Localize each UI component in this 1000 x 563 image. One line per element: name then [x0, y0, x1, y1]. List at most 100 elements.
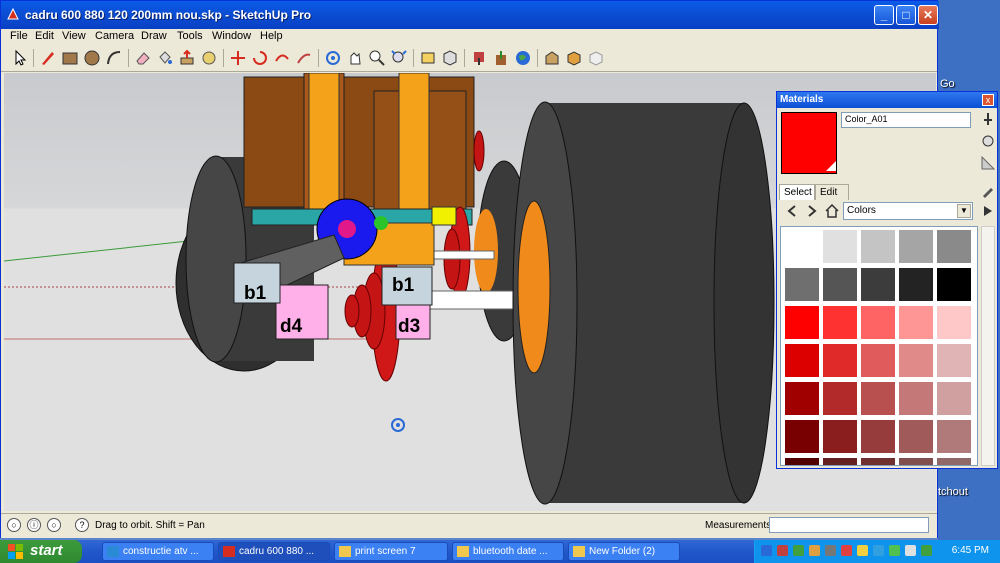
menu-draw[interactable]: Draw: [141, 30, 167, 42]
tray-network-icon[interactable]: [761, 545, 772, 556]
tray-bluetooth-icon[interactable]: [873, 545, 884, 556]
color-swatch[interactable]: [937, 420, 971, 453]
home-icon[interactable]: [825, 204, 839, 218]
color-swatch[interactable]: [823, 230, 857, 263]
push-pull-tool-icon[interactable]: [178, 49, 196, 67]
forward-arrow-icon[interactable]: [805, 204, 819, 218]
color-swatch[interactable]: [937, 458, 971, 465]
color-swatch[interactable]: [937, 230, 971, 263]
zoom-extents-tool-icon[interactable]: [390, 49, 408, 67]
color-swatch[interactable]: [899, 268, 933, 301]
color-swatch[interactable]: [937, 382, 971, 415]
tab-edit[interactable]: Edit: [815, 184, 849, 200]
select-tool-icon[interactable]: [11, 49, 29, 67]
google-earth-tool-icon[interactable]: [514, 49, 532, 67]
instructor-help-icon[interactable]: ?: [75, 518, 89, 532]
offset-tool-icon[interactable]: [273, 49, 291, 67]
eraser-tool-icon[interactable]: [134, 49, 152, 67]
library-dropdown[interactable]: Colors ▼: [843, 202, 973, 220]
color-swatch[interactable]: [785, 306, 819, 339]
tray-power-icon[interactable]: [921, 545, 932, 556]
minimize-button[interactable]: _: [874, 5, 894, 25]
title-bar[interactable]: cadru 600 880 120 200mm nou.skp - Sketch…: [1, 1, 939, 29]
tray-messenger-icon[interactable]: [857, 545, 868, 556]
color-swatch[interactable]: [785, 420, 819, 453]
color-swatch[interactable]: [823, 420, 857, 453]
details-arrow-icon[interactable]: [981, 204, 995, 218]
circle-tool-icon[interactable]: [83, 49, 101, 67]
color-swatch[interactable]: [937, 268, 971, 301]
credits-icon[interactable]: ⓘ: [27, 518, 41, 532]
section-plane-tool-icon[interactable]: [419, 49, 437, 67]
move-tool-icon[interactable]: [229, 49, 247, 67]
display-secondary-icon[interactable]: [981, 134, 995, 148]
color-swatch[interactable]: [937, 306, 971, 339]
tab-select[interactable]: Select: [779, 184, 815, 200]
color-swatch[interactable]: [899, 420, 933, 453]
color-swatch[interactable]: [899, 306, 933, 339]
color-swatch[interactable]: [861, 382, 895, 415]
taskbar-button[interactable]: constructie atv ...: [102, 542, 214, 561]
color-swatch[interactable]: [861, 306, 895, 339]
pencil-tool-icon[interactable]: [39, 49, 57, 67]
warehouse-tool-icon[interactable]: [543, 49, 561, 67]
follow-me-tool-icon[interactable]: [295, 49, 313, 67]
taskbar-button[interactable]: print screen 7: [334, 542, 448, 561]
color-swatch[interactable]: [785, 230, 819, 263]
color-swatch[interactable]: [861, 230, 895, 263]
menu-window[interactable]: Window: [212, 30, 251, 42]
orbit-tool-icon[interactable]: [324, 49, 342, 67]
rectangle-tool-icon[interactable]: [61, 49, 79, 67]
tray-update-icon[interactable]: [793, 545, 804, 556]
component-tool-icon[interactable]: [441, 49, 459, 67]
rotate-tool-icon[interactable]: [251, 49, 269, 67]
menu-file[interactable]: File: [10, 30, 28, 42]
color-swatch[interactable]: [937, 344, 971, 377]
tray-antivirus-icon[interactable]: [777, 545, 788, 556]
material-name-field[interactable]: Color_A01: [841, 112, 971, 128]
dropdown-arrow-icon[interactable]: ▼: [957, 204, 971, 218]
color-swatch[interactable]: [823, 344, 857, 377]
color-swatch[interactable]: [861, 344, 895, 377]
color-swatch[interactable]: [823, 382, 857, 415]
share-model-tool-icon[interactable]: [492, 49, 510, 67]
preview-tool-icon[interactable]: [565, 49, 583, 67]
measurements-input[interactable]: [769, 517, 929, 533]
color-swatch[interactable]: [861, 420, 895, 453]
back-arrow-icon[interactable]: [785, 204, 799, 218]
color-swatch[interactable]: [899, 230, 933, 263]
taskbar-button[interactable]: New Folder (2): [568, 542, 680, 561]
color-swatch[interactable]: [785, 458, 819, 465]
color-swatch[interactable]: [899, 344, 933, 377]
tray-display-icon[interactable]: [905, 545, 916, 556]
zoom-tool-icon[interactable]: [368, 49, 386, 67]
materials-close-button[interactable]: x: [982, 94, 994, 106]
create-material-icon[interactable]: [981, 112, 995, 126]
default-material-icon[interactable]: [981, 156, 995, 170]
pan-tool-icon[interactable]: [346, 49, 364, 67]
color-swatch[interactable]: [861, 268, 895, 301]
color-swatch[interactable]: [785, 268, 819, 301]
color-swatch[interactable]: [899, 458, 933, 465]
color-swatch[interactable]: [861, 458, 895, 465]
close-button[interactable]: ✕: [918, 5, 938, 25]
tray-usb-icon[interactable]: [889, 545, 900, 556]
start-button[interactable]: start: [0, 540, 82, 563]
color-swatch[interactable]: [823, 306, 857, 339]
place-model-tool-icon[interactable]: [587, 49, 605, 67]
user-icon[interactable]: ○: [47, 518, 61, 532]
taskbar-button[interactable]: bluetooth date ...: [452, 542, 564, 561]
color-swatch[interactable]: [899, 382, 933, 415]
menu-help[interactable]: Help: [260, 30, 283, 42]
color-swatch[interactable]: [823, 268, 857, 301]
sample-paint-icon[interactable]: [981, 184, 995, 198]
materials-title-bar[interactable]: Materials x: [777, 92, 997, 108]
get-models-tool-icon[interactable]: [470, 49, 488, 67]
geo-location-icon[interactable]: ○: [7, 518, 21, 532]
arc-tool-icon[interactable]: [105, 49, 123, 67]
swatch-scrollbar[interactable]: [981, 226, 995, 466]
desktop-label-sketchout[interactable]: tchout: [938, 486, 968, 498]
color-swatch[interactable]: [823, 458, 857, 465]
tray-speaker-icon[interactable]: [825, 545, 836, 556]
paint-bucket-tool-icon[interactable]: [156, 49, 174, 67]
